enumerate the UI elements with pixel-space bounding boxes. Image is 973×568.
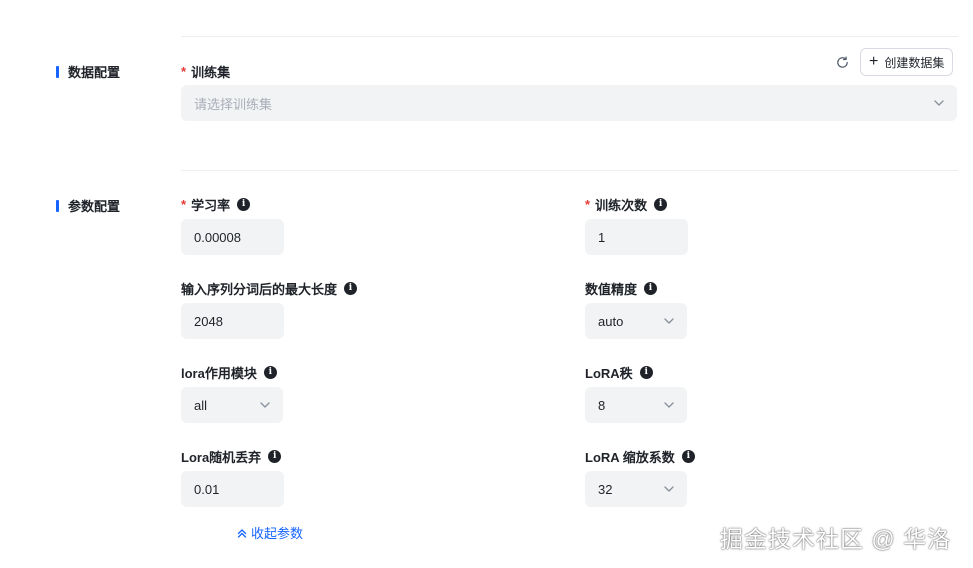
info-icon[interactable]: i [654,198,668,211]
lora-rank-select[interactable]: 8 [585,387,687,423]
max-seq-length-value: 2048 [194,313,223,329]
chevron-down-icon [664,486,674,492]
required-mark: * [181,197,187,212]
train-epochs-label-text: 训练次数 [595,198,648,213]
lora-alpha-value: 32 [598,481,613,497]
precision-label-text: 数值精度 [585,282,638,297]
lora-alpha-select[interactable]: 32 [585,471,687,507]
watermark: 掘金技术社区 @ 华洛 [720,526,952,552]
lora-rank-value: 8 [598,397,606,413]
train-set-label-text: 训练集 [191,65,231,80]
train-set-placeholder: 请选择训练集 [194,96,273,112]
lora-dropout-value: 0.01 [194,481,220,497]
precision-label: 数值精度 i [585,279,658,298]
info-icon[interactable]: i [263,366,277,379]
refresh-icon[interactable] [835,55,850,70]
learning-rate-label-text: 学习率 [191,198,231,213]
train-set-label: * 训练集 [181,62,230,81]
info-icon[interactable]: i [237,198,251,211]
collapse-params-link[interactable]: 收起参数 [236,523,303,542]
top-divider [181,36,958,37]
lora-dropout-label-text: Lora随机丢弃 [181,450,262,465]
max-seq-length-input[interactable]: 2048 [181,303,284,339]
lora-alpha-label-text: LoRA 缩放系数 [585,450,675,465]
double-chevron-up-icon [237,528,247,538]
collapse-params-label: 收起参数 [251,526,304,541]
section-divider [181,170,958,171]
info-icon[interactable]: i [344,282,358,295]
params-section-title: 参数配置 [56,196,120,215]
required-mark: * [181,64,187,79]
train-epochs-label: * 训练次数 i [585,195,668,214]
precision-select[interactable]: auto [585,303,687,339]
lora-target-value: all [194,397,208,413]
info-icon[interactable]: i [639,366,653,379]
required-mark: * [585,197,591,212]
precision-value: auto [598,313,624,329]
train-epochs-input[interactable]: 1 [585,219,688,255]
lora-dropout-input[interactable]: 0.01 [181,471,284,507]
training-config-page: 数据配置 * 训练集 + 创建数据集 请选择训练集 参数配置 * 学习率 i 0… [0,0,973,568]
create-dataset-label: 创建数据集 [884,55,945,70]
max-seq-length-label: 输入序列分词后的最大长度 i [181,279,358,298]
lora-rank-label: LoRA秩 i [585,363,653,382]
learning-rate-label: * 学习率 i [181,195,251,214]
info-icon[interactable]: i [268,450,282,463]
params-section-title-text: 参数配置 [68,199,121,214]
learning-rate-value: 0.00008 [194,229,241,245]
info-icon[interactable]: i [644,282,658,295]
data-section-title-text: 数据配置 [68,65,121,80]
lora-target-label: lora作用模块 i [181,363,277,382]
lora-target-select[interactable]: all [181,387,283,423]
section-accent-bar [56,199,59,212]
chevron-down-icon [934,100,944,106]
max-seq-length-label-text: 输入序列分词后的最大长度 [181,282,338,297]
chevron-down-icon [664,318,674,324]
chevron-down-icon [664,402,674,408]
lora-alpha-label: LoRA 缩放系数 i [585,447,695,466]
train-epochs-value: 1 [598,229,606,245]
chevron-down-icon [260,402,270,408]
data-section-title: 数据配置 [56,62,120,81]
section-accent-bar [56,65,59,78]
lora-target-label-text: lora作用模块 [181,366,257,381]
info-icon[interactable]: i [681,450,695,463]
train-set-select[interactable]: 请选择训练集 [181,85,957,121]
lora-rank-label-text: LoRA秩 [585,366,633,381]
learning-rate-input[interactable]: 0.00008 [181,219,284,255]
plus-icon: + [869,53,879,70]
lora-dropout-label: Lora随机丢弃 i [181,447,282,466]
create-dataset-button[interactable]: + 创建数据集 [860,48,954,76]
